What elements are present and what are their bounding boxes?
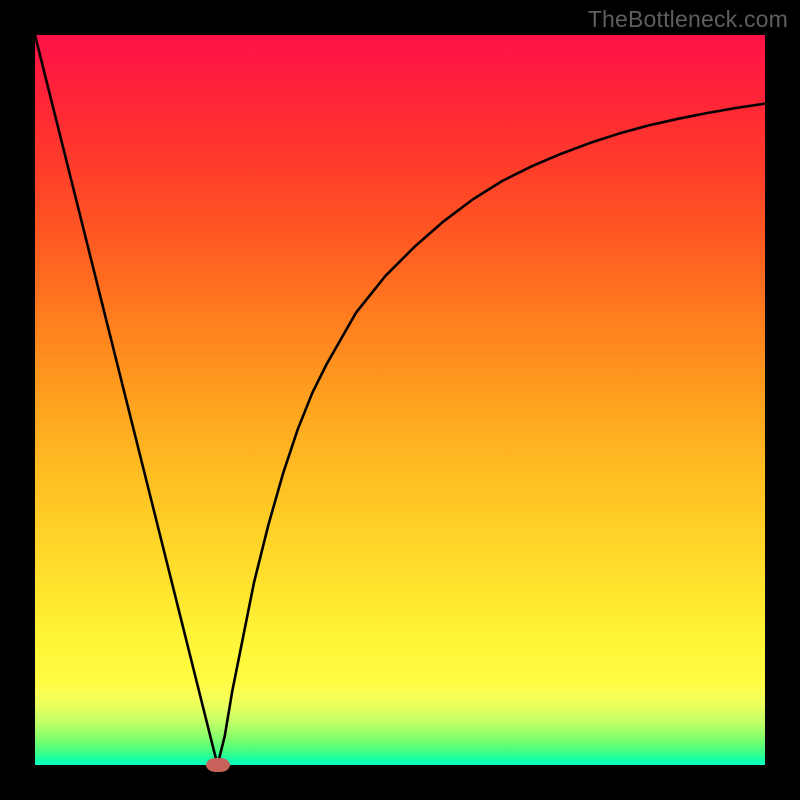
plot-area — [35, 35, 765, 765]
watermark-text: TheBottleneck.com — [588, 6, 788, 33]
chart-frame: TheBottleneck.com — [0, 0, 800, 800]
optimum-marker — [206, 758, 230, 772]
curve-layer — [35, 35, 765, 765]
bottleneck-curve — [35, 35, 765, 765]
